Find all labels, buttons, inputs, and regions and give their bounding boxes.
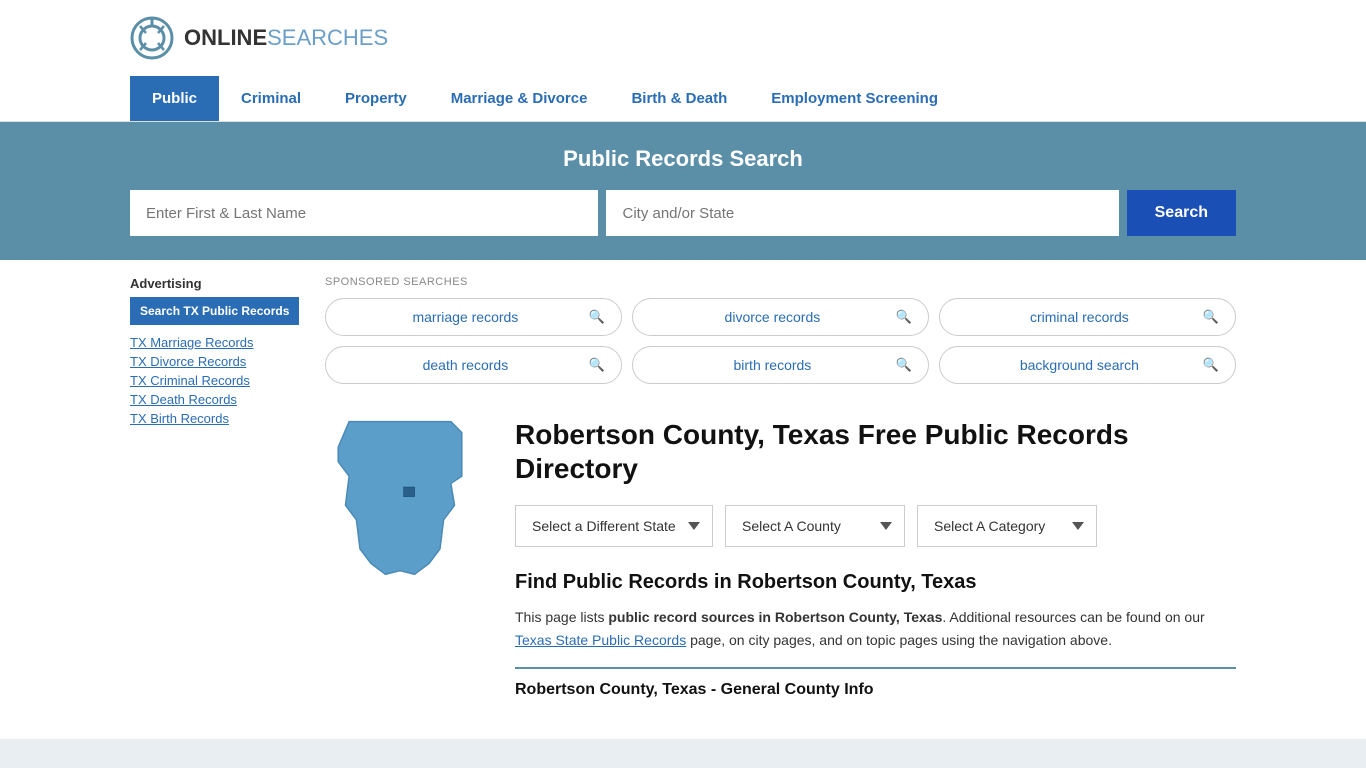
main-content: SPONSORED SEARCHES marriage records 🔍 di… <box>325 276 1236 719</box>
sponsored-item-divorce[interactable]: divorce records 🔍 <box>632 298 929 336</box>
sidebar-link-criminal[interactable]: TX Criminal Records <box>130 373 305 388</box>
county-section: Robertson County, Texas Free Public Reco… <box>325 408 1236 719</box>
full-layout: Advertising Search TX Public Records TX … <box>0 260 1366 739</box>
logo-text: ONLINE SEARCHES <box>184 25 388 51</box>
sponsored-item-background-text: background search <box>956 357 1203 373</box>
search-icon-birth: 🔍 <box>896 357 912 373</box>
header: ONLINE SEARCHES <box>0 0 1366 76</box>
ad-button[interactable]: Search TX Public Records <box>130 297 299 325</box>
search-icon-death: 🔍 <box>589 357 605 373</box>
search-button[interactable]: Search <box>1127 190 1236 236</box>
texas-map-svg <box>325 418 475 578</box>
sponsored-item-marriage[interactable]: marriage records 🔍 <box>325 298 622 336</box>
advertising-label: Advertising <box>130 276 305 291</box>
left-sidebar: Advertising Search TX Public Records TX … <box>130 276 305 719</box>
sponsored-item-death-text: death records <box>342 357 589 373</box>
sponsored-grid: marriage records 🔍 divorce records 🔍 cri… <box>325 298 1236 384</box>
find-desc-bold: public record sources in Robertson Count… <box>608 609 942 625</box>
county-title: Robertson County, Texas Free Public Reco… <box>515 418 1236 485</box>
general-info-title: Robertson County, Texas - General County… <box>515 681 1236 699</box>
nav-item-marriage-divorce[interactable]: Marriage & Divorce <box>429 76 610 121</box>
search-icon-criminal: 🔍 <box>1203 309 1219 325</box>
nav-item-birth-death[interactable]: Birth & Death <box>609 76 749 121</box>
category-dropdown[interactable]: Select A Category <box>917 505 1097 547</box>
state-dropdown[interactable]: Select a Different State <box>515 505 713 547</box>
sidebar-link-marriage[interactable]: TX Marriage Records <box>130 335 305 350</box>
nav-item-public[interactable]: Public <box>130 76 219 121</box>
county-info: Robertson County, Texas Free Public Reco… <box>515 418 1236 699</box>
sponsored-item-death[interactable]: death records 🔍 <box>325 346 622 384</box>
county-map <box>325 418 485 699</box>
search-icon-background: 🔍 <box>1203 357 1219 373</box>
sponsored-item-divorce-text: divorce records <box>649 309 896 325</box>
sponsored-item-criminal-text: criminal records <box>956 309 1203 325</box>
nav-item-employment[interactable]: Employment Screening <box>749 76 960 121</box>
nav-item-criminal[interactable]: Criminal <box>219 76 323 121</box>
banner-title: Public Records Search <box>130 146 1236 172</box>
main-nav: Public Criminal Property Marriage & Divo… <box>0 76 1366 122</box>
county-dropdown[interactable]: Select A County <box>725 505 905 547</box>
sponsored-label: SPONSORED SEARCHES <box>325 276 1236 288</box>
find-title: Find Public Records in Robertson County,… <box>515 571 1236 594</box>
sponsored-item-birth-text: birth records <box>649 357 896 373</box>
search-form: Search <box>130 190 1236 236</box>
sponsored-item-marriage-text: marriage records <box>342 309 589 325</box>
find-section: Find Public Records in Robertson County,… <box>515 571 1236 699</box>
find-description: This page lists public record sources in… <box>515 606 1236 651</box>
sponsored-item-birth[interactable]: birth records 🔍 <box>632 346 929 384</box>
sidebar-link-birth[interactable]: TX Birth Records <box>130 411 305 426</box>
sponsored-item-background[interactable]: background search 🔍 <box>939 346 1236 384</box>
find-desc-link[interactable]: Texas State Public Records <box>515 632 686 648</box>
nav-item-property[interactable]: Property <box>323 76 429 121</box>
logo[interactable]: ONLINE SEARCHES <box>130 16 388 60</box>
sidebar-link-divorce[interactable]: TX Divorce Records <box>130 354 305 369</box>
name-search-input[interactable] <box>130 190 598 236</box>
search-banner: Public Records Search Search <box>0 122 1366 260</box>
logo-icon <box>130 16 174 60</box>
section-divider <box>515 667 1236 669</box>
search-icon-marriage: 🔍 <box>589 309 605 325</box>
find-desc-middle: . Additional resources can be found on o… <box>942 609 1204 625</box>
find-desc-start: This page lists <box>515 609 608 625</box>
search-icon-divorce: 🔍 <box>896 309 912 325</box>
sponsored-item-criminal[interactable]: criminal records 🔍 <box>939 298 1236 336</box>
sidebar-link-death[interactable]: TX Death Records <box>130 392 305 407</box>
dropdowns-row: Select a Different State Select A County… <box>515 505 1236 547</box>
find-desc-end: page, on city pages, and on topic pages … <box>686 632 1112 648</box>
city-search-input[interactable] <box>606 190 1118 236</box>
